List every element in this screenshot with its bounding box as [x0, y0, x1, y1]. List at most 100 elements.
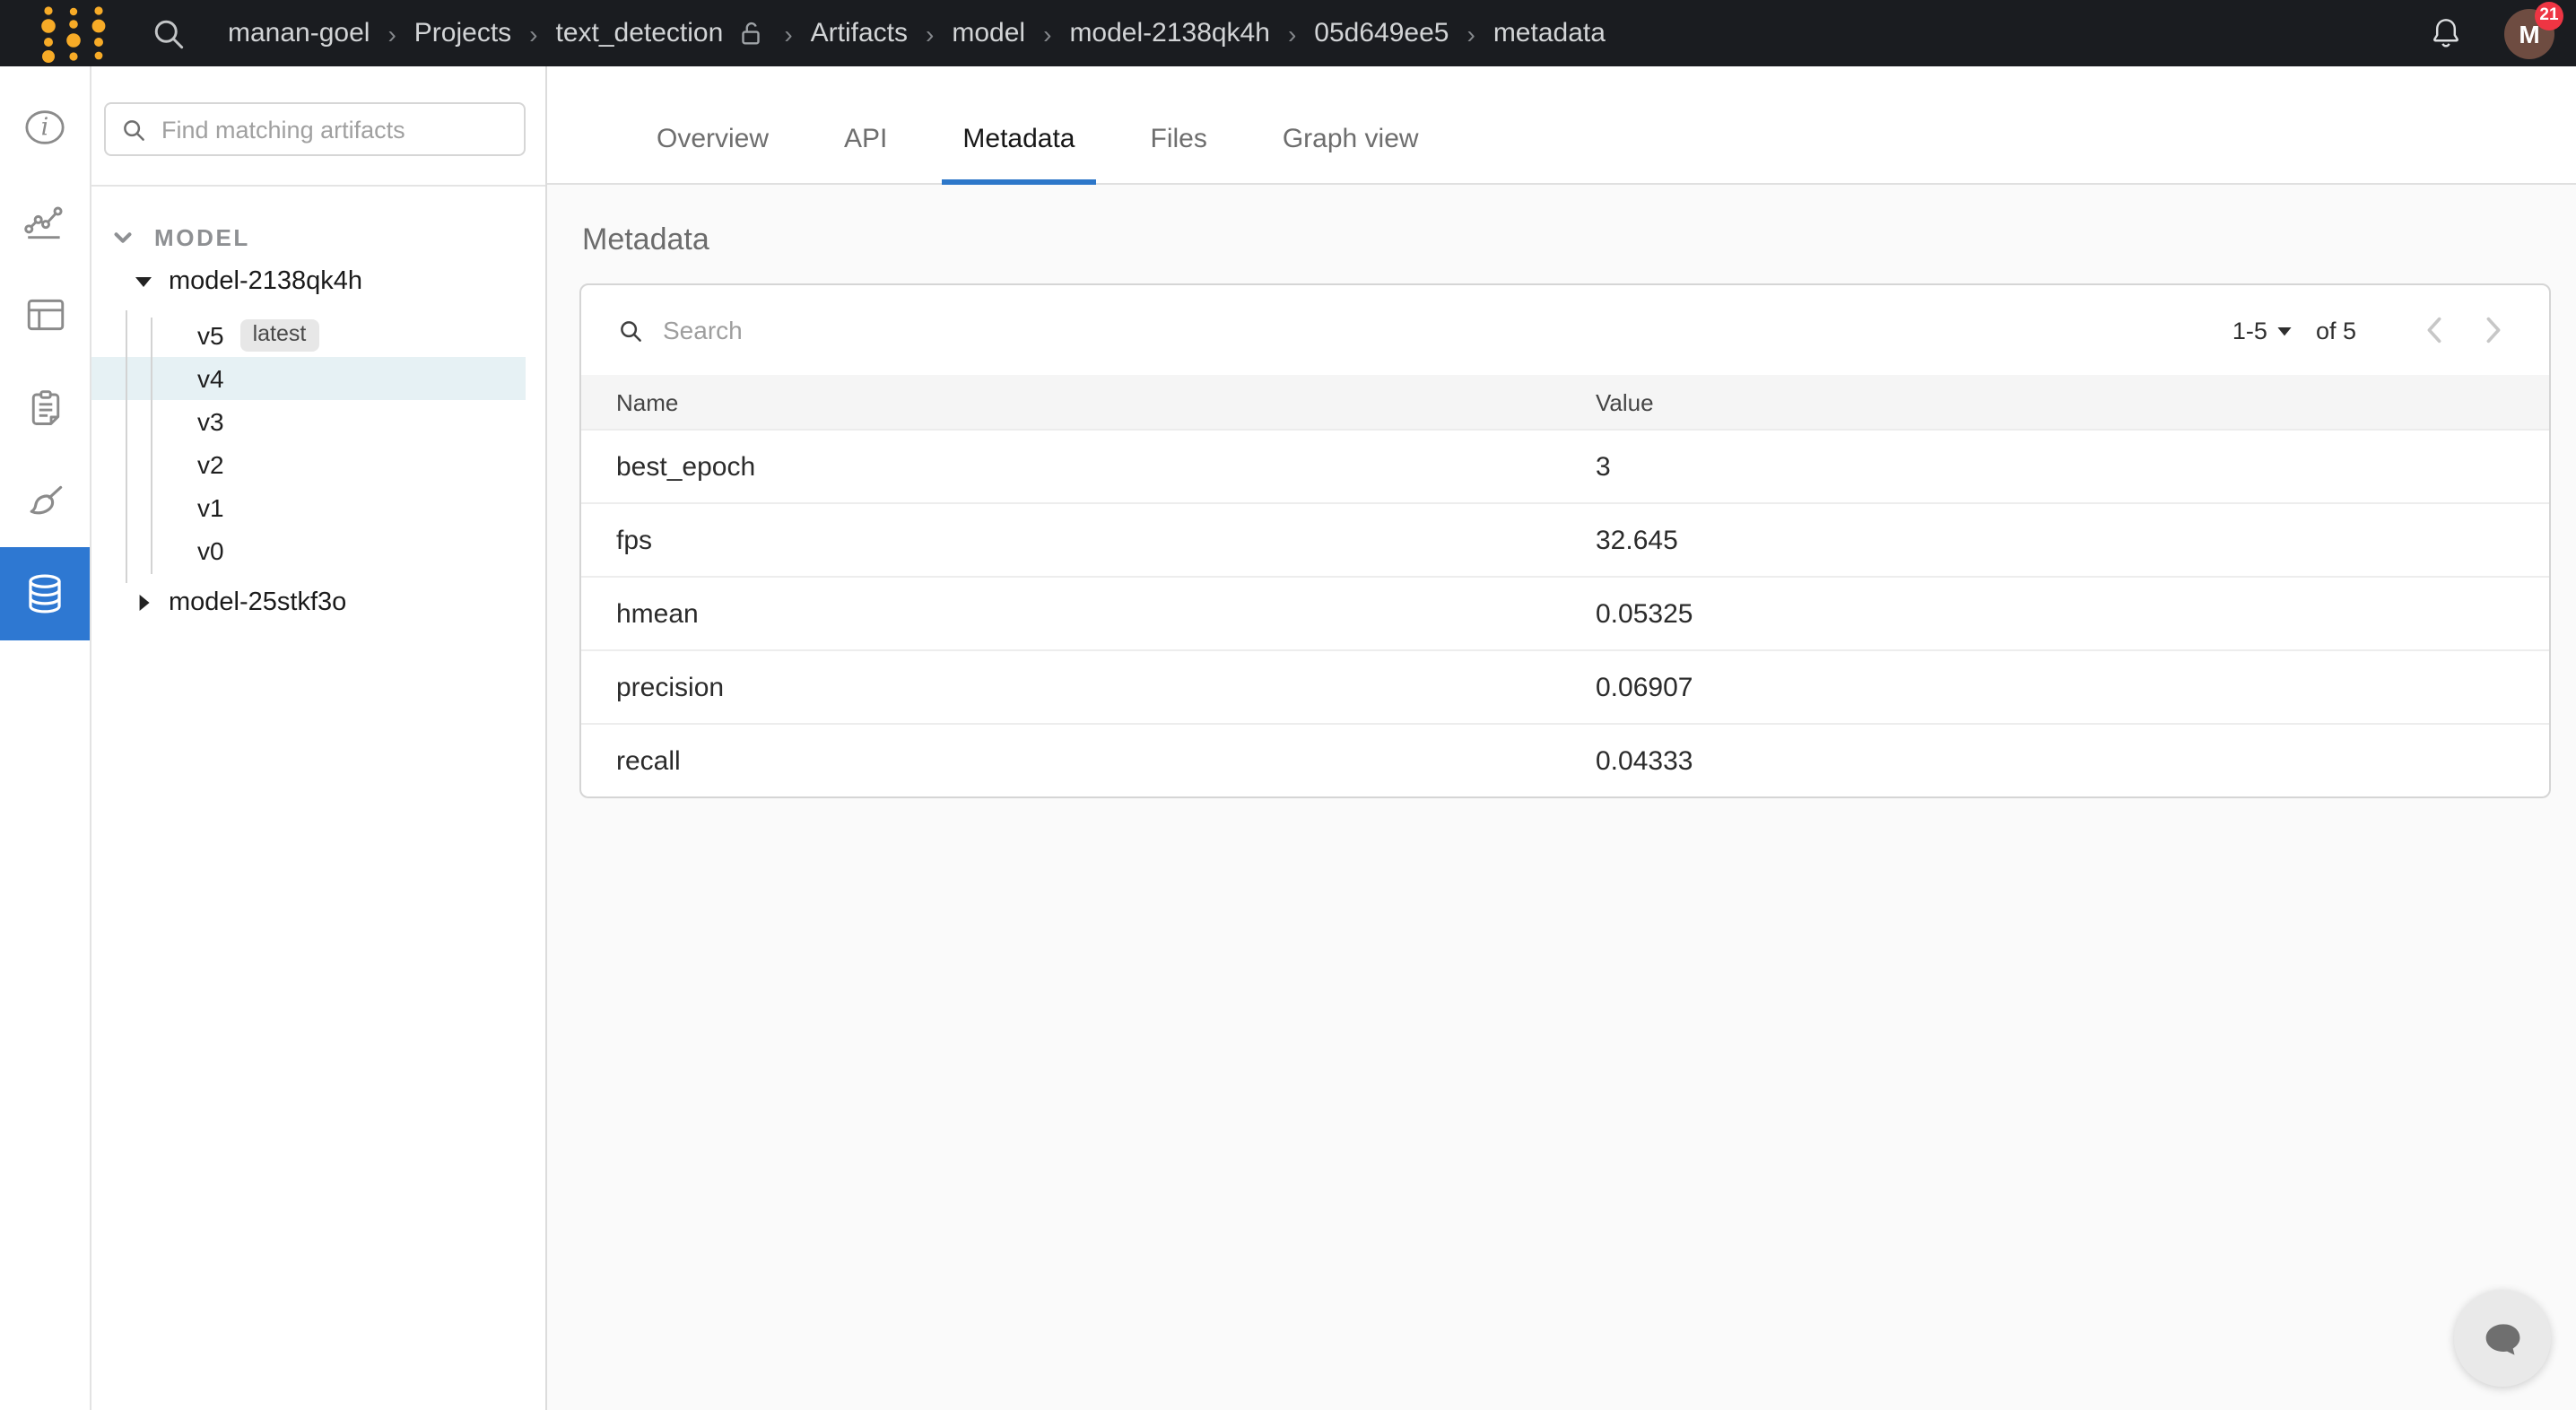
- metadata-table-card: 1-5 of 5: [579, 283, 2550, 798]
- tab-api[interactable]: API: [822, 124, 909, 183]
- tree-item-version-v0[interactable]: v0: [91, 529, 545, 572]
- breadcrumb-artifact-type[interactable]: model: [952, 18, 1025, 48]
- avatar-wrap: M 21: [2504, 8, 2554, 58]
- artifact-name: model-25stkf3o: [169, 588, 346, 617]
- nav-item-sweeps[interactable]: [0, 454, 90, 547]
- search-icon: [120, 116, 147, 143]
- pagination: 1-5 of 5: [2232, 310, 2512, 350]
- caret-right-icon[interactable]: [135, 594, 152, 612]
- page-total-label: of 5: [2316, 317, 2356, 344]
- tree-group-model[interactable]: MODEL: [91, 215, 545, 258]
- version-list: v5 latest v4 v3 v2 v1: [91, 314, 545, 572]
- metadata-value: 0.04333: [1596, 745, 2548, 776]
- page-range-label: 1-5: [2232, 317, 2267, 344]
- nav-item-reports[interactable]: [0, 361, 90, 454]
- breadcrumb-artifact-version[interactable]: 05d649ee5: [1314, 18, 1449, 48]
- search-icon: [616, 317, 643, 344]
- breadcrumb-projects[interactable]: Projects: [414, 18, 511, 48]
- tree-item-artifact-2138qk4h[interactable]: model-2138qk4h: [91, 258, 545, 305]
- tree-group-label: MODEL: [154, 223, 250, 250]
- nav-item-charts[interactable]: [0, 174, 90, 267]
- bell-icon: [2427, 14, 2465, 52]
- metadata-key: fps: [580, 525, 1596, 555]
- help-chat-button[interactable]: [2454, 1290, 2551, 1387]
- tab-overview[interactable]: Overview: [635, 124, 790, 183]
- metadata-key: recall: [580, 745, 1596, 776]
- top-bar: manan-goel › Projects › text_detection ›…: [0, 0, 2576, 66]
- wandb-app: manan-goel › Projects › text_detection ›…: [0, 0, 2576, 1410]
- column-header-value: Value: [1596, 388, 2548, 415]
- nav-rail: i: [0, 66, 91, 1410]
- breadcrumb-separator: ›: [529, 19, 537, 48]
- artifact-search-box: [104, 102, 526, 156]
- caret-down-icon: [2276, 322, 2293, 338]
- global-search-button[interactable]: [149, 13, 188, 53]
- breadcrumb-entity[interactable]: manan-goel: [228, 18, 370, 48]
- previous-page-button[interactable]: [2414, 310, 2453, 350]
- nav-item-tables[interactable]: [0, 267, 90, 361]
- metadata-value: 0.05325: [1596, 598, 2548, 629]
- table-search-box: [616, 314, 2232, 346]
- artifact-name: model-2138qk4h: [169, 267, 362, 296]
- breadcrumb-artifacts[interactable]: Artifacts: [811, 18, 908, 48]
- caret-down-icon[interactable]: [135, 273, 152, 291]
- metadata-key: hmean: [580, 598, 1596, 629]
- breadcrumb: manan-goel › Projects › text_detection ›…: [228, 18, 1606, 48]
- breadcrumb-separator: ›: [1043, 19, 1051, 48]
- app-body: i: [0, 66, 2576, 1410]
- tree-item-version-v4[interactable]: v4: [91, 357, 526, 400]
- tree-guide-line: [150, 318, 152, 574]
- artifact-search-input[interactable]: [158, 114, 509, 144]
- next-page-button[interactable]: [2473, 310, 2512, 350]
- latest-badge: latest: [240, 319, 319, 352]
- clipboard-icon: [22, 385, 67, 430]
- breadcrumb-separator: ›: [1466, 19, 1475, 48]
- table-row: fps 32.645: [580, 502, 2548, 576]
- metadata-value: 0.06907: [1596, 672, 2548, 702]
- breadcrumb-separator: ›: [1288, 19, 1296, 48]
- topbar-right: M 21: [2427, 8, 2576, 58]
- tree-item-version-v5[interactable]: v5 latest: [91, 314, 545, 357]
- breadcrumb-separator: ›: [387, 19, 396, 48]
- chevron-down-icon: [111, 225, 135, 248]
- notifications-button[interactable]: [2427, 14, 2465, 52]
- metadata-key: precision: [580, 672, 1596, 702]
- artifact-browser-panel: MODEL model-2138qk4h v5 latest v4: [91, 66, 547, 1410]
- breadcrumb-project-name[interactable]: text_detection: [556, 18, 724, 48]
- tree-item-artifact-25stkf3o[interactable]: model-25stkf3o: [91, 579, 545, 626]
- brush-icon: [22, 478, 67, 523]
- metadata-value: 32.645: [1596, 525, 2548, 555]
- version-label: v4: [197, 364, 224, 393]
- tree-item-version-v1[interactable]: v1: [91, 486, 545, 529]
- table-search-input[interactable]: [659, 314, 2232, 346]
- column-header-name: Name: [580, 388, 1596, 415]
- wandb-logo[interactable]: [34, 3, 117, 64]
- page-range-dropdown[interactable]: 1-5: [2232, 317, 2293, 344]
- tab-files[interactable]: Files: [1129, 124, 1229, 183]
- breadcrumb-separator: ›: [784, 19, 792, 48]
- version-label: v3: [197, 407, 224, 436]
- table-header-row: Name Value: [580, 375, 2548, 431]
- version-label: v5: [197, 321, 224, 350]
- table-row: best_epoch 3: [580, 431, 2548, 502]
- tree-item-version-v3[interactable]: v3: [91, 400, 545, 443]
- metadata-section: Metadata 1-5: [547, 185, 2576, 1410]
- chat-bubble-icon: [2478, 1314, 2527, 1362]
- main-content: Overview API Metadata Files Graph view M…: [547, 66, 2576, 1410]
- breadcrumb-metadata[interactable]: metadata: [1493, 18, 1606, 48]
- svg-text:i: i: [41, 114, 49, 142]
- nav-item-artifacts[interactable]: [0, 547, 90, 640]
- nav-item-overview[interactable]: i: [0, 81, 90, 174]
- tab-graph-view[interactable]: Graph view: [1261, 124, 1440, 183]
- tree-item-version-v2[interactable]: v2: [91, 443, 545, 486]
- artifact-tabs: Overview API Metadata Files Graph view: [547, 66, 2576, 185]
- notification-count-badge: 21: [2535, 1, 2563, 30]
- table-panel-icon: [22, 292, 67, 336]
- info-icon: i: [22, 104, 68, 151]
- breadcrumb-artifact-name[interactable]: model-2138qk4h: [1069, 18, 1270, 48]
- version-label: v1: [197, 493, 224, 522]
- line-chart-icon: [22, 198, 67, 243]
- breadcrumb-separator: ›: [926, 19, 934, 48]
- tab-metadata[interactable]: Metadata: [941, 124, 1096, 183]
- metadata-value: 3: [1596, 451, 2548, 482]
